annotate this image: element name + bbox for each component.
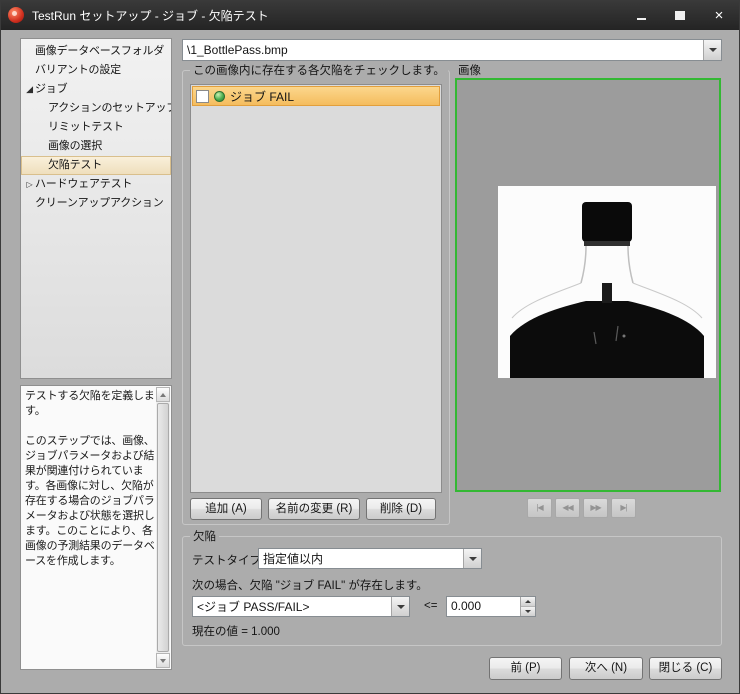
parameter-dropdown-button[interactable] [391, 597, 409, 616]
nav-previous-button[interactable]: ◀◀ [555, 498, 580, 518]
back-button[interactable]: 前 (P) [489, 657, 562, 680]
scroll-down-button[interactable] [156, 653, 170, 668]
collapse-icon[interactable]: ◢ [24, 80, 35, 99]
expand-icon[interactable]: ▷ [24, 175, 35, 194]
sidebar-item-variant-settings[interactable]: バリアントの設定 [21, 61, 171, 80]
defect-list[interactable]: ジョブ FAIL [190, 84, 442, 493]
step-description-panel: テストする欠陥を定義します。 このステップでは、画像、ジョブパラメータおよび結果… [20, 385, 172, 670]
chevron-down-icon [397, 605, 405, 609]
defect-checkbox[interactable] [196, 90, 209, 103]
nav-first-button[interactable]: |◀ [527, 498, 552, 518]
window-title: TestRun セットアップ - ジョブ - 欠陥テスト [32, 7, 269, 24]
sidebar-item-limit-test[interactable]: リミットテスト [21, 118, 171, 137]
chevron-down-icon [709, 48, 717, 52]
app-icon [8, 7, 24, 23]
maximize-button[interactable] [667, 5, 693, 25]
description-paragraph: テストする欠陥を定義します。 [25, 389, 155, 419]
sidebar-item-job[interactable]: ◢ジョブ [21, 80, 171, 99]
image-preview-frame [455, 78, 721, 492]
add-defect-button[interactable]: 追加 (A) [190, 498, 262, 520]
close-icon: × [715, 8, 724, 23]
sidebar-item-image-selection[interactable]: 画像の選択 [21, 137, 171, 156]
threshold-spinner[interactable]: 0.000 [446, 596, 536, 617]
nav-next-button[interactable]: ▶▶ [583, 498, 608, 518]
close-dialog-button[interactable]: 閉じる (C) [649, 657, 722, 680]
spin-down-icon [525, 610, 531, 613]
defect-settings-group-title: 欠陥 [190, 528, 219, 544]
current-value-text: 現在の値 = 1.000 [192, 623, 280, 639]
image-panel-title: 画像 [458, 62, 481, 78]
defect-checklist-group-title: この画像内に存在する各欠陥をチェックします。 [190, 62, 448, 78]
next-button[interactable]: 次へ (N) [569, 657, 643, 680]
step-description-text: テストする欠陥を定義します。 このステップでは、画像、ジョブパラメータおよび結果… [25, 389, 155, 569]
sidebar-item-action-setup[interactable]: アクションのセットアップ [21, 99, 171, 118]
delete-defect-button[interactable]: 削除 (D) [366, 498, 436, 520]
scroll-up-icon [160, 393, 166, 397]
image-file-value: \1_BottlePass.bmp [183, 43, 703, 57]
spin-down-button[interactable] [521, 607, 535, 616]
scrollbar-thumb[interactable] [157, 403, 169, 652]
test-type-value: 指定値以内 [259, 550, 463, 567]
window-controls: × [628, 5, 732, 25]
parameter-combobox[interactable]: <ジョブ PASS/FAIL> [192, 596, 410, 617]
sidebar-item-defect-test[interactable]: 欠陥テスト [21, 156, 171, 175]
close-button[interactable]: × [706, 5, 732, 25]
sidebar-item-hardware-test[interactable]: ▷ハードウェアテスト [21, 175, 171, 194]
titlebar: TestRun セットアップ - ジョブ - 欠陥テスト × [0, 0, 740, 30]
maximize-icon [675, 11, 685, 20]
test-type-dropdown-button[interactable] [463, 549, 481, 568]
parameter-value: <ジョブ PASS/FAIL> [193, 598, 391, 615]
spinner-buttons [520, 597, 535, 616]
sidebar-item-image-db-folder[interactable]: 画像データベースフォルダ [21, 42, 171, 61]
nav-last-button[interactable]: ▶| [611, 498, 636, 518]
image-file-combobox[interactable]: \1_BottlePass.bmp [182, 39, 722, 61]
defect-status-icon [214, 91, 225, 102]
minimize-button[interactable] [628, 5, 654, 25]
spin-up-button[interactable] [521, 597, 535, 607]
scroll-down-icon [160, 659, 166, 663]
minimize-icon [637, 18, 646, 20]
test-type-combobox[interactable]: 指定値以内 [258, 548, 482, 569]
defect-list-item[interactable]: ジョブ FAIL [192, 86, 440, 106]
chevron-down-icon [469, 557, 477, 561]
scroll-up-button[interactable] [156, 387, 170, 402]
bottle-image [498, 186, 716, 378]
condition-text: 次の場合、欠陥 "ジョブ FAIL" が存在します。 [192, 577, 428, 593]
threshold-value: 0.000 [447, 597, 520, 616]
rename-defect-button[interactable]: 名前の変更 (R) [268, 498, 360, 520]
description-scrollbar[interactable] [156, 387, 170, 668]
description-paragraph: このステップでは、画像、ジョブパラメータおよび結果が関連付けられています。各画像… [25, 434, 155, 569]
image-file-dropdown-button[interactable] [703, 40, 721, 60]
operator-label: <= [424, 600, 437, 612]
spin-up-icon [525, 600, 531, 603]
wizard-step-tree: 画像データベースフォルダ バリアントの設定 ◢ジョブ アクションのセットアップ … [20, 38, 172, 379]
sidebar-item-cleanup-action[interactable]: クリーンアップアクション [21, 194, 171, 213]
test-type-label: テストタイプ: [192, 552, 264, 568]
defect-item-label: ジョブ FAIL [230, 88, 294, 105]
